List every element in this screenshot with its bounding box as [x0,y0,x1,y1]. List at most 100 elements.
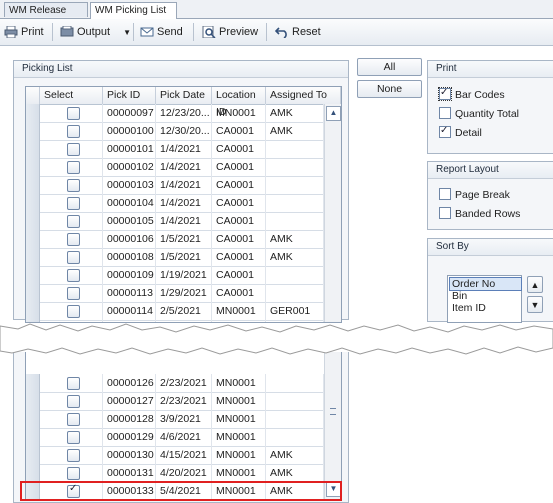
select-checkbox[interactable] [67,215,80,228]
sort-item-order-no[interactable]: Order No [449,277,522,291]
row-selector[interactable] [26,176,40,194]
table-row[interactable]: 00000108 1/5/2021 CA0001 AMK [26,248,324,267]
tab-wm-picking-list[interactable]: WM Picking List✕ [90,2,177,32]
table-row[interactable]: 00000113 1/29/2021 CA0001 [26,284,324,303]
toolbar-separator [193,23,194,41]
row-selector[interactable] [26,158,40,176]
assigned-to-cell [266,266,324,284]
column-header-pick-date[interactable]: Pick Date [156,87,212,104]
picking-list-grid[interactable]: Select Pick ID Pick Date Location ID Ass… [25,86,342,323]
table-row[interactable]: 00000127 2/23/2021 MN0001 [26,392,324,411]
select-checkbox[interactable] [67,251,80,264]
select-checkbox[interactable] [67,431,80,444]
bar-codes-checkbox[interactable]: Bar Codes [438,86,505,102]
toolbar-separator [133,23,134,41]
row-selector[interactable] [26,104,40,122]
column-header-assigned-to[interactable]: Assigned To [266,87,341,104]
assigned-to-cell [266,410,324,428]
select-checkbox[interactable] [67,377,80,390]
tab-wm-release-items[interactable]: WM Release Items [4,2,88,31]
row-selector[interactable] [26,410,40,428]
select-checkbox[interactable] [67,467,80,480]
picking-list-grid-lower[interactable]: 00000126 2/23/2021 MN0001 00000127 2/23/2021… [25,352,342,501]
row-selector[interactable] [26,284,40,302]
select-checkbox[interactable] [67,197,80,210]
checkbox-icon[interactable] [438,86,452,101]
pick-date-cell: 4/6/2021 [156,428,212,446]
sort-item-bin[interactable]: Bin [449,290,521,302]
preview-button[interactable]: Preview [202,23,258,41]
column-header-location-id[interactable]: Location ID [212,87,266,118]
select-checkbox[interactable] [67,233,80,246]
table-row[interactable]: 00000103 1/4/2021 CA0001 [26,176,324,195]
select-checkbox[interactable] [67,269,80,282]
reset-button[interactable]: Reset [275,23,321,41]
table-row[interactable]: 00000130 4/15/2021 MN0001 AMK [26,446,324,465]
select-checkbox[interactable] [67,161,80,174]
table-row[interactable]: 00000102 1/4/2021 CA0001 [26,158,324,177]
location-id-cell: CA0001 [212,248,266,266]
location-id-cell: CA0001 [212,284,266,302]
select-checkbox[interactable] [67,107,80,120]
scroll-up-icon[interactable]: ▲ [326,106,341,121]
sort-item-item-id[interactable]: Item ID [449,302,521,314]
select-checkbox[interactable] [67,395,80,408]
select-checkbox[interactable] [67,449,80,462]
sort-by-list[interactable]: Order No Bin Item ID [447,275,522,323]
table-row[interactable]: 00000101 1/4/2021 CA0001 [26,140,324,159]
select-checkbox[interactable] [67,179,80,192]
table-row[interactable]: 00000104 1/4/2021 CA0001 [26,194,324,213]
row-selector[interactable] [26,230,40,248]
row-selector[interactable] [26,374,40,392]
table-row[interactable]: 00000109 1/19/2021 CA0001 [26,266,324,285]
row-selector[interactable] [26,122,40,140]
select-checkbox[interactable] [67,287,80,300]
row-selector[interactable] [26,140,40,158]
vertical-scrollbar[interactable]: ▲ [324,104,341,322]
vertical-scrollbar[interactable]: ▼ [324,352,341,500]
page-break-checkbox[interactable]: Page Break [439,188,510,202]
select-all-button[interactable]: All [357,58,422,76]
table-row[interactable]: 00000100 12/30/20... CA0001 AMK [26,122,324,141]
row-selector[interactable] [26,248,40,266]
row-selector[interactable] [26,446,40,464]
table-row[interactable]: 00000106 1/5/2021 CA0001 AMK [26,230,324,249]
row-selector[interactable] [26,392,40,410]
table-row[interactable]: 00000129 4/6/2021 MN0001 [26,428,324,447]
table-row[interactable]: 00000097 12/23/20... MN0001 AMK [26,104,324,123]
chevron-down-icon[interactable]: ▼ [123,28,131,37]
select-none-button[interactable]: None [357,80,422,98]
move-down-icon[interactable]: ▼ [527,296,543,313]
row-selector[interactable] [26,266,40,284]
banded-rows-checkbox[interactable]: Banded Rows [439,207,520,221]
checkbox-icon[interactable] [439,188,451,200]
table-row[interactable]: 00000128 3/9/2021 MN0001 [26,410,324,429]
move-up-icon[interactable]: ▲ [527,276,543,293]
print-button[interactable]: Print [4,23,44,41]
output-button[interactable]: Output ▼ [60,23,131,41]
send-button[interactable]: Send [140,23,183,41]
checkbox-icon[interactable] [439,207,451,219]
select-checkbox[interactable] [67,305,80,318]
quantity-total-checkbox[interactable]: Quantity Total [439,107,519,121]
row-selector[interactable] [26,212,40,230]
select-checkbox[interactable] [67,143,80,156]
column-header-select[interactable]: Select [40,87,103,104]
row-selector[interactable] [26,464,40,482]
table-row[interactable]: 00000126 2/23/2021 MN0001 [26,374,324,393]
row-selector[interactable] [26,194,40,212]
scroll-grip-icon[interactable] [330,408,336,415]
select-checkbox[interactable] [67,125,80,138]
detail-checkbox[interactable]: Detail [439,124,482,140]
assigned-to-cell: AMK [266,230,324,248]
row-selector[interactable] [26,428,40,446]
select-checkbox[interactable] [67,413,80,426]
column-header-pick-id[interactable]: Pick ID [103,87,156,104]
pick-date-cell: 4/15/2021 [156,446,212,464]
table-row[interactable]: 00000105 1/4/2021 CA0001 [26,212,324,231]
pick-date-cell: 1/4/2021 [156,140,212,158]
checkbox-icon[interactable] [439,124,451,138]
checkbox-icon[interactable] [439,107,451,119]
location-id-cell: CA0001 [212,212,266,230]
pick-date-cell: 12/30/20... [156,122,212,140]
